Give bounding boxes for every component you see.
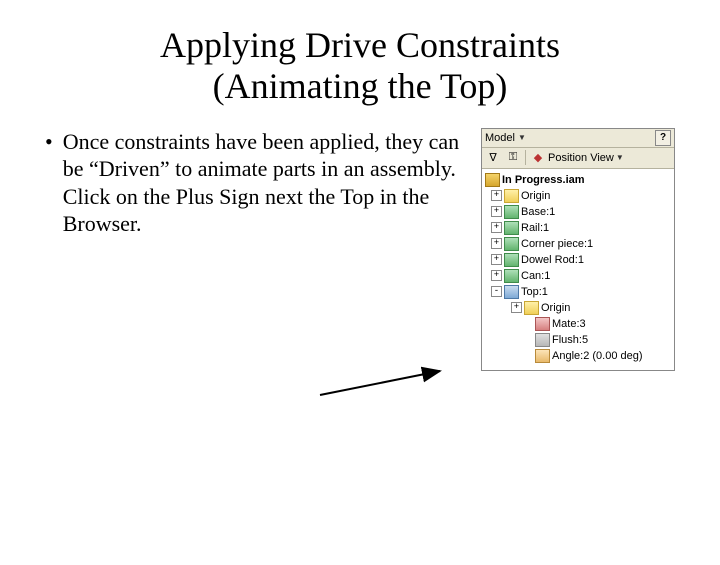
expand-box[interactable]: +	[491, 254, 502, 265]
expand-box[interactable]: +	[491, 270, 502, 281]
expand-box[interactable]: -	[491, 286, 502, 297]
position-view-dropdown[interactable]: ◆ Position View ▼	[530, 150, 624, 166]
assembly-icon	[485, 173, 500, 187]
part-icon	[504, 221, 519, 235]
tree-item-label: Can:1	[521, 270, 550, 282]
tree-root[interactable]: In Progress.iam	[485, 172, 671, 188]
chevron-down-icon: ▼	[616, 153, 624, 162]
tree-item-label: Mate:3	[552, 318, 586, 330]
tree-item[interactable]: + Origin	[491, 188, 671, 204]
tree-item[interactable]: - Top:1	[491, 284, 671, 300]
folder-icon	[524, 301, 539, 315]
tree-item-label: Rail:1	[521, 222, 549, 234]
tree-item[interactable]: + Rail:1	[491, 220, 671, 236]
position-view-label: Position View	[548, 152, 614, 164]
tree-item[interactable]: + Origin	[511, 300, 671, 316]
filter-icon[interactable]: ∇	[485, 150, 501, 166]
tree-item[interactable]: + Can:1	[491, 268, 671, 284]
part-icon	[504, 205, 519, 219]
bullet-item: • Once constraints have been applied, th…	[45, 128, 461, 371]
expand-box[interactable]: +	[491, 206, 502, 217]
key-icon[interactable]: ⚿	[505, 150, 521, 166]
browser-panel: Model ▼ ? ∇ ⚿ ◆ Position View ▼ In Progr…	[481, 128, 675, 371]
expand-box[interactable]: +	[491, 238, 502, 249]
angle-icon	[535, 349, 550, 363]
bullet-text: Once constraints have been applied, they…	[63, 128, 461, 371]
tree-item-label: Origin	[541, 302, 570, 314]
tree-item-label: Corner piece:1	[521, 238, 593, 250]
panel-toolbar: ∇ ⚿ ◆ Position View ▼	[482, 148, 674, 169]
tree-item[interactable]: + Base:1	[491, 204, 671, 220]
part-icon	[504, 253, 519, 267]
chevron-down-icon: ▼	[518, 133, 526, 142]
position-icon: ◆	[530, 150, 546, 166]
tree-item-label: Origin	[521, 190, 550, 202]
tree-item-label: Top:1	[521, 286, 548, 298]
model-label: Model	[485, 132, 515, 144]
title-line-2: (Animating the Top)	[213, 66, 508, 106]
bullet-marker: •	[45, 128, 53, 371]
tree-item-label: Base:1	[521, 206, 555, 218]
expand-box[interactable]: +	[491, 222, 502, 233]
part-icon	[504, 237, 519, 251]
tree-item[interactable]: Angle:2 (0.00 deg)	[524, 348, 671, 364]
tree-item-label: Flush:5	[552, 334, 588, 346]
tree-item[interactable]: + Corner piece:1	[491, 236, 671, 252]
top-icon	[504, 285, 519, 299]
mate-icon	[535, 317, 550, 331]
slide-title: Applying Drive Constraints (Animating th…	[0, 25, 720, 108]
tree-item-label: Angle:2 (0.00 deg)	[552, 350, 643, 362]
expand-box[interactable]: +	[511, 302, 522, 313]
browser-tree: In Progress.iam + Origin + Base:1 + Rail:1 + Co…	[482, 169, 674, 370]
title-line-1: Applying Drive Constraints	[160, 25, 560, 65]
tree-item[interactable]: Mate:3	[524, 316, 671, 332]
tree-item[interactable]: Flush:5	[524, 332, 671, 348]
model-dropdown[interactable]: Model ▼	[485, 132, 526, 144]
separator	[525, 150, 526, 165]
panel-header: Model ▼ ?	[482, 129, 674, 148]
help-button[interactable]: ?	[655, 130, 671, 146]
flush-icon	[535, 333, 550, 347]
expand-box[interactable]: +	[491, 190, 502, 201]
tree-item-label: Dowel Rod:1	[521, 254, 584, 266]
part-icon	[504, 269, 519, 283]
root-label: In Progress.iam	[502, 174, 585, 186]
folder-icon	[504, 189, 519, 203]
tree-item[interactable]: + Dowel Rod:1	[491, 252, 671, 268]
